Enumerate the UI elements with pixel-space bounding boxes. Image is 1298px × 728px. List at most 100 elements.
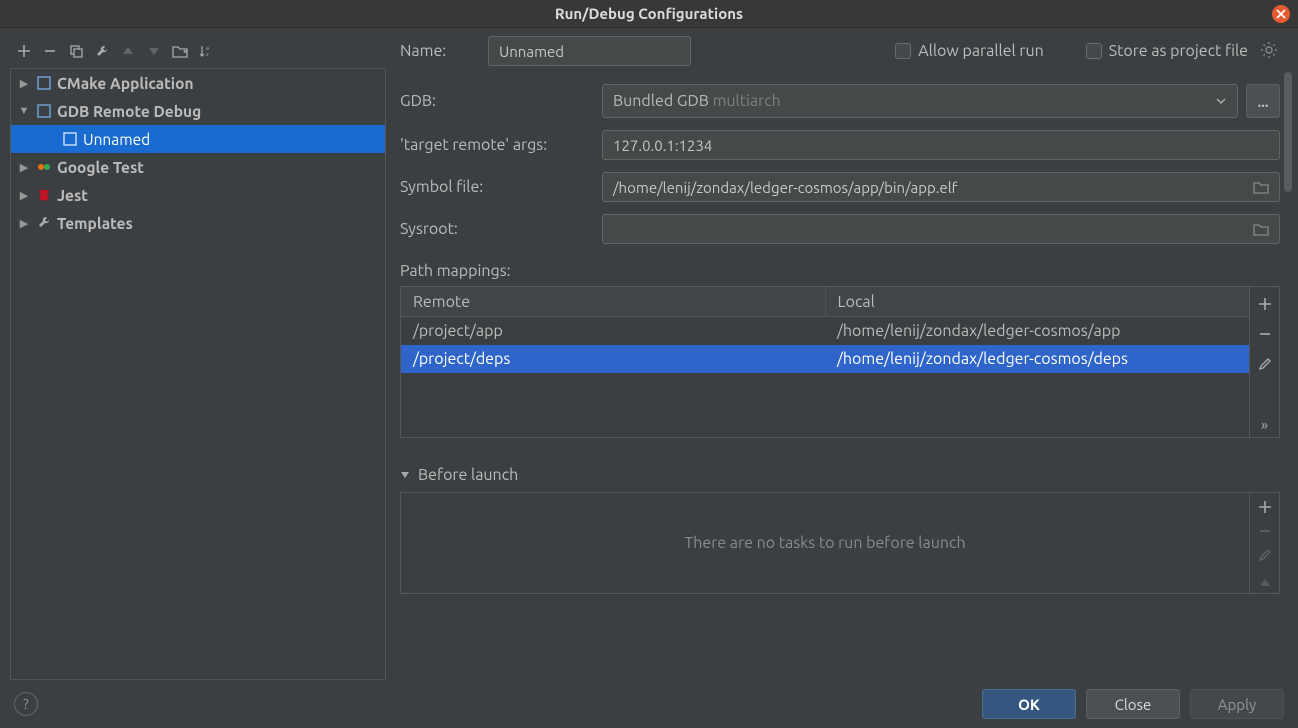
triangle-down-icon [400, 470, 410, 480]
cmake-icon [35, 74, 53, 92]
target-remote-row: 'target remote' args: 127.0.0.1:1234 [400, 130, 1280, 160]
folder-button[interactable] [168, 39, 192, 63]
before-launch-header[interactable]: Before launch [400, 466, 1280, 484]
close-button[interactable]: Close [1086, 689, 1180, 719]
minus-icon [43, 44, 57, 58]
remove-mapping-button[interactable] [1252, 321, 1278, 347]
chevron-right-icon: ▶ [17, 217, 31, 230]
triangle-down-icon [148, 45, 160, 57]
remove-configuration-button[interactable] [38, 39, 62, 63]
expand-button[interactable]: » [1252, 411, 1278, 437]
tree-item-templates[interactable]: ▶ Templates [11, 209, 385, 237]
gtest-icon [35, 158, 53, 176]
apply-button[interactable]: Apply [1190, 689, 1284, 719]
add-configuration-button[interactable] [12, 39, 36, 63]
column-remote[interactable]: Remote [401, 287, 826, 316]
close-icon [1276, 9, 1286, 19]
svg-text:z: z [206, 51, 209, 58]
tree-item-cmake-application[interactable]: ▶ CMake Application [11, 69, 385, 97]
table-row[interactable]: /project/deps /home/lenij/zondax/ledger-… [401, 345, 1249, 373]
chevron-right-icon: ▶ [17, 189, 31, 202]
chevron-right-icon: ▶ [17, 161, 31, 174]
chevron-right-icon: ▶ [17, 77, 31, 90]
path-mappings-label: Path mappings: [400, 262, 1280, 280]
scrollbar[interactable] [1284, 72, 1292, 192]
gdb-label: GDB: [400, 92, 590, 110]
name-input[interactable]: Unnamed [488, 36, 691, 66]
minus-icon [1258, 327, 1272, 341]
path-mappings-table: Remote Local /project/app /home/lenij/zo… [400, 286, 1280, 438]
sidebar-toolbar: az [10, 36, 386, 66]
gdb-row: GDB: Bundled GDB multiarch ... [400, 84, 1280, 118]
before-launch-toolbar [1249, 493, 1279, 593]
column-local[interactable]: Local [826, 287, 1250, 316]
tree-item-jest[interactable]: ▶ Jest [11, 181, 385, 209]
edit-task-button[interactable] [1252, 545, 1278, 565]
edit-defaults-button[interactable] [90, 39, 114, 63]
add-mapping-button[interactable] [1252, 291, 1278, 317]
name-label: Name: [400, 42, 476, 60]
before-launch-empty: There are no tasks to run before launch [401, 493, 1249, 593]
allow-parallel-checkbox[interactable]: Allow parallel run [895, 42, 1043, 60]
gdb-icon [61, 130, 79, 148]
add-task-button[interactable] [1252, 497, 1278, 517]
window-title: Run/Debug Configurations [555, 5, 743, 22]
dialog-footer: ? OK Close Apply [0, 680, 1298, 728]
tree-item-gdb-remote-debug[interactable]: ▼ GDB Remote Debug [11, 97, 385, 125]
sort-button[interactable]: az [194, 39, 218, 63]
sysroot-row: Sysroot: [400, 214, 1280, 244]
before-launch-section: Before launch There are no tasks to run … [400, 466, 1280, 594]
symbol-file-label: Symbol file: [400, 178, 590, 196]
folder-icon[interactable] [1253, 180, 1269, 194]
tree-item-unnamed[interactable]: Unnamed [11, 125, 385, 153]
title-bar: Run/Debug Configurations [0, 0, 1298, 28]
symbol-file-row: Symbol file: /home/lenij/zondax/ledger-c… [400, 172, 1280, 202]
help-button[interactable]: ? [14, 692, 38, 716]
minus-icon [1258, 524, 1272, 538]
gdb-select[interactable]: Bundled GDB multiarch [602, 84, 1238, 118]
sysroot-label: Sysroot: [400, 220, 590, 238]
plus-icon [1258, 297, 1272, 311]
checkbox-icon [895, 43, 911, 59]
before-launch-panel: There are no tasks to run before launch [400, 492, 1280, 594]
move-task-up-button[interactable] [1252, 573, 1278, 593]
move-up-button[interactable] [116, 39, 140, 63]
folder-icon [172, 44, 188, 58]
symbol-file-input[interactable]: /home/lenij/zondax/ledger-cosmos/app/bin… [602, 172, 1280, 202]
target-remote-input[interactable]: 127.0.0.1:1234 [602, 130, 1280, 160]
configurations-sidebar: az ▶ CMake Application ▼ GDB Remote Debu… [10, 36, 386, 680]
close-window-button[interactable] [1272, 5, 1290, 23]
dialog-content: az ▶ CMake Application ▼ GDB Remote Debu… [0, 28, 1298, 680]
pencil-icon [1258, 548, 1272, 562]
remove-task-button[interactable] [1252, 521, 1278, 541]
store-as-project-checkbox[interactable]: Store as project file [1086, 42, 1248, 60]
sort-az-icon: az [199, 44, 213, 58]
table-body[interactable]: /project/app /home/lenij/zondax/ledger-c… [401, 317, 1249, 437]
table-row[interactable]: /project/app /home/lenij/zondax/ledger-c… [401, 317, 1249, 345]
sysroot-input[interactable] [602, 214, 1280, 244]
gdb-icon [35, 102, 53, 120]
folder-icon[interactable] [1253, 222, 1269, 236]
ok-button[interactable]: OK [982, 689, 1076, 719]
expand-icon: » [1261, 416, 1268, 433]
gdb-browse-button[interactable]: ... [1246, 84, 1280, 118]
checkbox-icon [1086, 43, 1102, 59]
pencil-icon [1258, 357, 1272, 371]
copy-configuration-button[interactable] [64, 39, 88, 63]
plus-icon [17, 44, 31, 58]
jest-icon [35, 186, 53, 204]
configurations-tree[interactable]: ▶ CMake Application ▼ GDB Remote Debug U… [10, 68, 386, 680]
edit-mapping-button[interactable] [1252, 351, 1278, 377]
tree-item-google-test[interactable]: ▶ Google Test [11, 153, 385, 181]
triangle-up-icon [1259, 577, 1271, 589]
target-remote-label: 'target remote' args: [400, 136, 590, 154]
chevron-down-icon [1215, 95, 1227, 107]
name-row: Name: Unnamed Allow parallel run Store a… [400, 36, 1280, 66]
table-header: Remote Local [401, 287, 1249, 317]
copy-icon [69, 44, 83, 58]
gear-icon[interactable] [1260, 41, 1280, 61]
move-down-button[interactable] [142, 39, 166, 63]
plus-icon [1258, 500, 1272, 514]
configuration-form: Name: Unnamed Allow parallel run Store a… [400, 36, 1288, 680]
path-mappings-toolbar: » [1249, 287, 1279, 437]
